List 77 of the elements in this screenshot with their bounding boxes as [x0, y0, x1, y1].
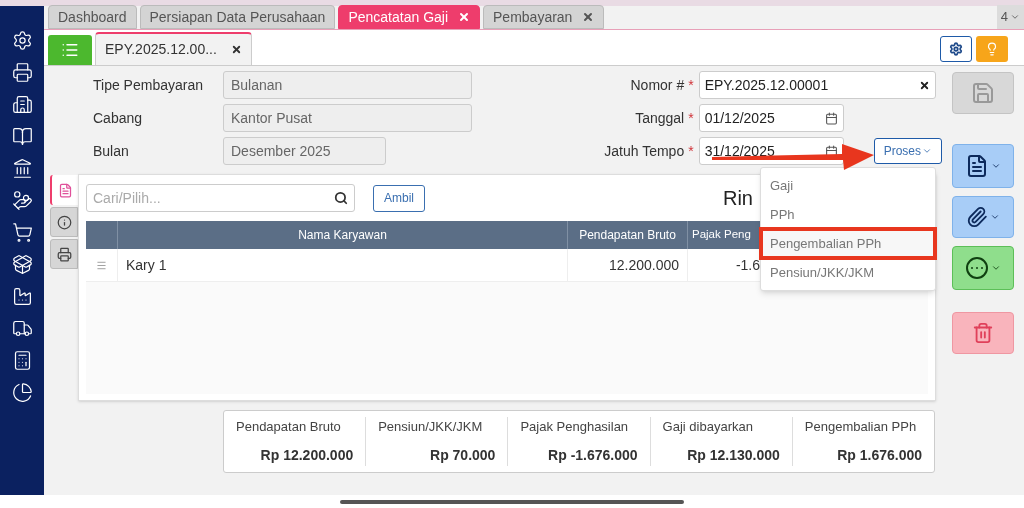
- field-label: Cabang: [93, 108, 144, 128]
- gear-icon[interactable]: [11, 30, 33, 51]
- settings-button[interactable]: [940, 36, 972, 62]
- page-tab[interactable]: Persiapan Data Perusahaan: [139, 5, 336, 29]
- paperclip-icon: [966, 206, 988, 228]
- summary-label: Pajak Penghasilan: [520, 418, 630, 436]
- field-label: Jatuh Tempo: [603, 141, 685, 161]
- table-cell: 12.200.000: [568, 249, 688, 281]
- table-cell: Kary 1: [118, 249, 568, 281]
- document-tab[interactable]: EPY.2025.12.00...: [95, 32, 252, 65]
- summary-label: Gaji dibayarkan: [662, 418, 754, 436]
- attachment-button[interactable]: [952, 196, 1014, 238]
- side-tab[interactable]: [50, 239, 78, 269]
- page-tab[interactable]: Dashboard: [48, 5, 137, 29]
- clear-icon[interactable]: [918, 79, 930, 91]
- more-icon: [965, 256, 989, 280]
- close-icon[interactable]: [582, 11, 595, 23]
- chevron-icon: [990, 212, 1000, 222]
- readonly-field[interactable]: Desember 2025: [223, 137, 386, 165]
- drag-handle-icon[interactable]: [96, 259, 107, 271]
- calendar-icon[interactable]: [824, 111, 838, 125]
- page-tab[interactable]: Pencatatan Gaji: [338, 5, 481, 29]
- readonly-field[interactable]: Bulanan: [223, 71, 472, 99]
- factory-icon[interactable]: [11, 286, 33, 307]
- field-label: Nomor #: [629, 75, 685, 95]
- chevron-icon: [991, 263, 1001, 273]
- page-tab[interactable]: Pembayaran: [483, 5, 605, 29]
- lightbulb-icon: [985, 42, 999, 56]
- chevron-icon: [922, 146, 932, 156]
- list-icon: [61, 41, 79, 59]
- panel-title: Rin: [723, 186, 753, 211]
- summary-value: Rp -1.676.000: [547, 446, 638, 465]
- chevron-icon: [991, 161, 1001, 171]
- building-icon[interactable]: [11, 94, 33, 115]
- more-options-button[interactable]: [952, 246, 1014, 290]
- field-label: Tanggal: [634, 108, 685, 128]
- info-icon: [56, 214, 72, 230]
- tab-count-dropdown[interactable]: 4: [996, 5, 1024, 29]
- document-icon: [57, 182, 73, 198]
- date-field[interactable]: 01/12/2025: [698, 104, 844, 132]
- settings-icon: [949, 42, 963, 56]
- trash-icon: [972, 322, 994, 344]
- document-icon: [965, 154, 989, 178]
- side-tab[interactable]: [50, 175, 78, 205]
- bank-icon[interactable]: [11, 158, 33, 179]
- summary-value: Rp 12.200.000: [259, 446, 354, 465]
- column-header: Pendapatan Bruto: [568, 221, 688, 249]
- summary-label: Pengembalian PPh: [804, 418, 918, 436]
- chevron-icon: [1010, 12, 1020, 22]
- summary-value: Rp 12.130.000: [686, 446, 780, 465]
- cart-icon[interactable]: [11, 222, 33, 243]
- summary-label: Pensiun/JKK/JKM: [378, 418, 484, 436]
- menu-item[interactable]: Pensiun/JKK/JKM: [761, 258, 935, 287]
- readonly-field[interactable]: Kantor Pusat: [223, 104, 472, 132]
- printer-icon: [56, 246, 72, 262]
- text-field[interactable]: EPY.2025.12.00001: [698, 71, 936, 99]
- search-icon[interactable]: [334, 191, 348, 205]
- required-asterisk: *: [688, 141, 694, 161]
- side-tab[interactable]: [50, 207, 78, 237]
- book-icon[interactable]: [11, 126, 33, 147]
- proses-dropdown-button[interactable]: Proses: [873, 138, 942, 164]
- required-asterisk: *: [688, 75, 694, 95]
- search-field[interactable]: Cari/Pilih...: [86, 184, 355, 212]
- summary-value: Rp 1.676.000: [836, 446, 922, 465]
- close-icon[interactable]: [230, 44, 242, 55]
- column-header: Nama Karyawan: [118, 221, 568, 249]
- document-menu-button[interactable]: [952, 144, 1014, 188]
- menu-item[interactable]: Gaji: [761, 171, 935, 200]
- report-chart-icon[interactable]: [11, 382, 33, 403]
- save-icon: [971, 81, 995, 105]
- menu-item[interactable]: Pengembalian PPh: [761, 229, 935, 258]
- field-label: Tipe Pembayaran: [93, 75, 204, 95]
- ambil-button[interactable]: Ambil: [373, 184, 425, 212]
- summary-value: Rp 70.000: [429, 446, 496, 465]
- summary-label: Pendapatan Bruto: [236, 418, 342, 436]
- required-asterisk: *: [688, 108, 694, 128]
- field-label: Bulan: [93, 141, 130, 161]
